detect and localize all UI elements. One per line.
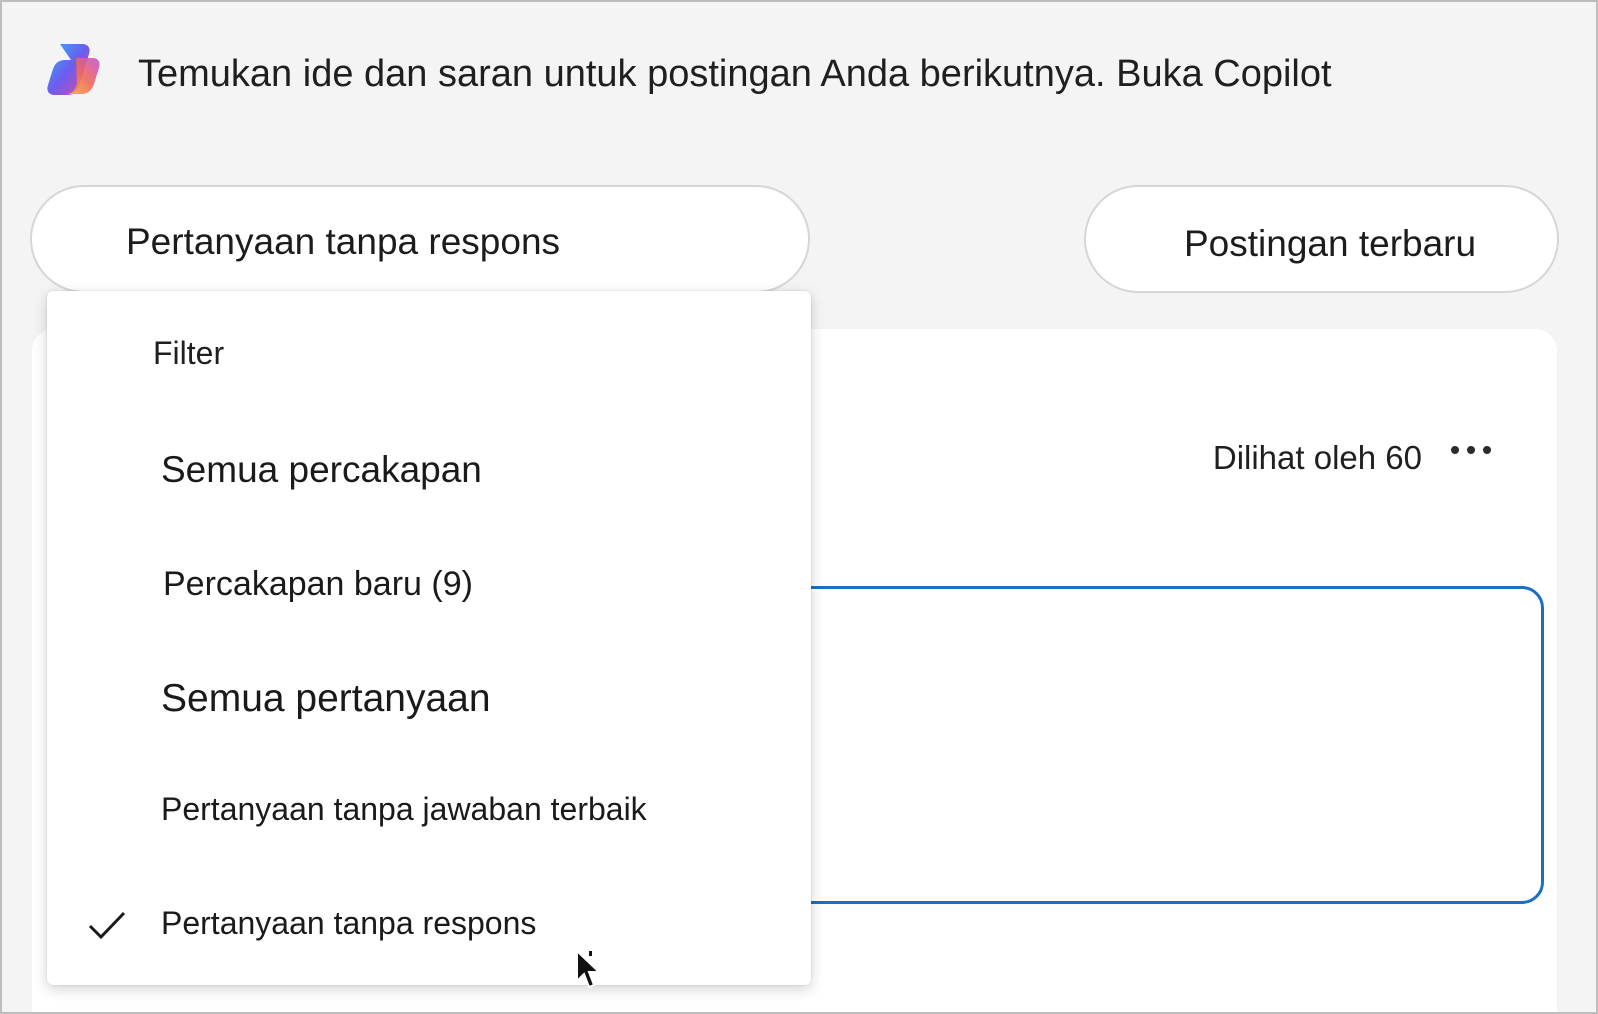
- more-options-icon[interactable]: [1447, 427, 1495, 467]
- filter-dropdown-label: Pertanyaan tanpa respons: [126, 221, 561, 262]
- filter-menu-title: Filter: [153, 335, 225, 371]
- menu-item-label: Pertanyaan tanpa jawaban terbaik: [161, 791, 647, 827]
- filter-menu: Filter Semua percakapan Percakapan baru …: [47, 291, 811, 985]
- menu-item-tanpa-jawaban-terbaik[interactable]: Pertanyaan tanpa jawaban terbaik: [47, 767, 811, 857]
- mouse-cursor-icon: [576, 949, 602, 989]
- menu-item-semua-percakapan[interactable]: Semua percakapan: [47, 425, 811, 515]
- sort-dropdown-label: Postingan terbaru: [1184, 223, 1477, 264]
- copilot-banner[interactable]: Temukan ide dan saran untuk postingan An…: [42, 38, 1542, 108]
- banner-text: Temukan ide dan saran untuk postingan An…: [138, 53, 1332, 95]
- app-window: Temukan ide dan saran untuk postingan An…: [0, 0, 1598, 1014]
- filter-dropdown-button[interactable]: Pertanyaan tanpa respons: [30, 185, 810, 293]
- views-count: Dilihat oleh 60: [1212, 439, 1422, 476]
- menu-item-tanpa-respons[interactable]: Pertanyaan tanpa respons: [47, 881, 811, 971]
- menu-item-label: Percakapan baru (9): [163, 565, 473, 603]
- menu-item-label: Pertanyaan tanpa respons: [161, 905, 537, 941]
- checkmark-icon: [88, 911, 126, 940]
- copilot-icon: [47, 44, 100, 95]
- menu-item-semua-pertanyaan[interactable]: Semua pertanyaan: [47, 653, 811, 743]
- menu-item-label: Semua percakapan: [161, 449, 482, 490]
- menu-item-percakapan-baru[interactable]: Percakapan baru (9): [47, 541, 811, 631]
- sort-dropdown-button[interactable]: Postingan terbaru: [1084, 185, 1559, 293]
- menu-item-label: Semua pertanyaan: [161, 677, 491, 720]
